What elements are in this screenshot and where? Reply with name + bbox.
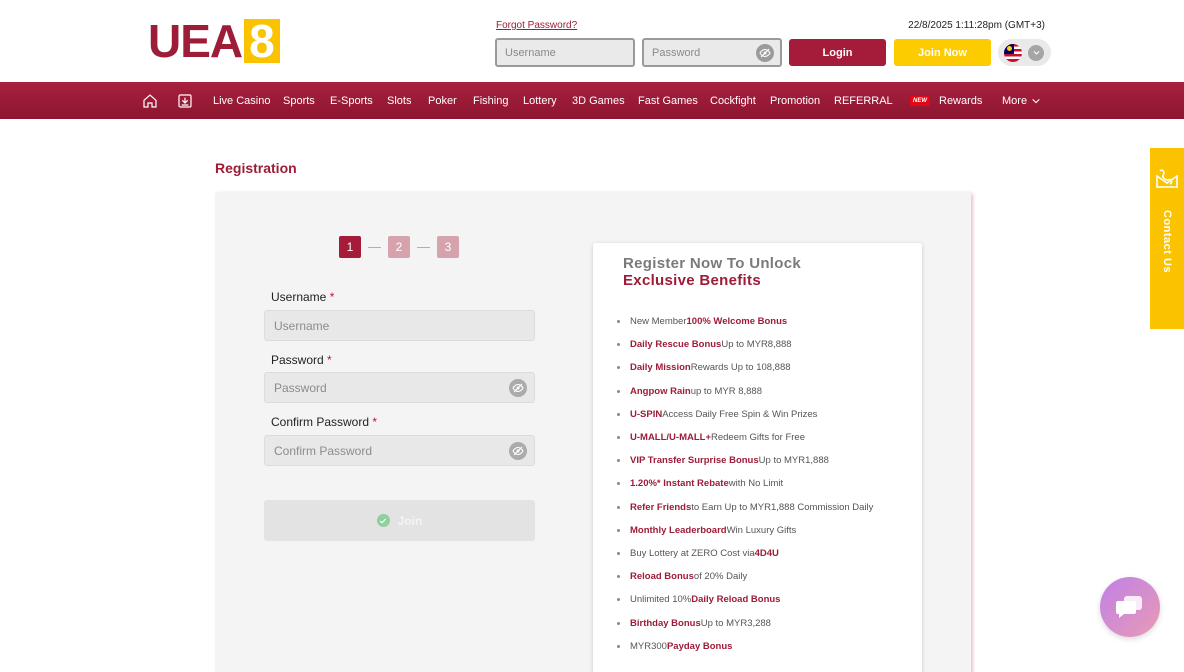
- list-item: U-SPIN Access Daily Free Spin & Win Priz…: [617, 403, 873, 426]
- list-item: Birthday Bonus Up to MYR3,288: [617, 611, 873, 634]
- main-nav: Live Casino Sports E-Sports Slots Poker …: [0, 82, 1184, 119]
- new-badge: NEW: [910, 95, 930, 106]
- nav-more-label: More: [1002, 94, 1028, 107]
- download-icon[interactable]: [177, 82, 193, 119]
- nav-promotion[interactable]: Promotion: [770, 82, 820, 119]
- list-item: Reload Bonus of 20% Daily: [617, 565, 873, 588]
- nav-cockfight[interactable]: Cockfight: [710, 82, 756, 119]
- header-username-input[interactable]: [495, 38, 635, 67]
- nav-rewards-label: Rewards: [939, 94, 983, 107]
- nav-rewards[interactable]: NEW Rewards: [910, 82, 982, 119]
- nav-more[interactable]: More: [1002, 82, 1041, 119]
- envelope-phone-icon: [1156, 169, 1178, 188]
- username-label: Username *: [271, 290, 335, 304]
- list-item: Buy Lottery at ZERO Cost via 4D4U: [617, 542, 873, 565]
- join-submit-button[interactable]: Join: [264, 500, 535, 541]
- nav-live-casino[interactable]: Live Casino: [213, 82, 270, 119]
- top-header: UEA 8 Forgot Password? 22/8/2025 1:11:28p…: [0, 0, 1184, 82]
- confirm-password-label: Confirm Password *: [271, 415, 378, 429]
- benefits-title-line2: Exclusive Benefits: [623, 272, 761, 289]
- logo-text: UEA: [148, 15, 243, 67]
- nav-poker[interactable]: Poker: [428, 82, 457, 119]
- step-1: 1: [339, 236, 361, 258]
- nav-esports[interactable]: E-Sports: [330, 82, 373, 119]
- step-connector: [368, 246, 381, 248]
- username-input[interactable]: [264, 310, 535, 341]
- language-selector[interactable]: [998, 39, 1051, 66]
- list-item: U-MALL/U-MALL+ Redeem Gifts for Free: [617, 426, 873, 449]
- malaysia-flag-icon: [1004, 43, 1022, 62]
- list-item: MYR300 Payday Bonus: [617, 635, 873, 658]
- benefits-card: Register Now To Unlock Exclusive Benefit…: [593, 243, 922, 672]
- list-item: Monthly Leaderboard Win Luxury Gifts: [617, 519, 873, 542]
- list-item: Daily Rescue Bonus Up to MYR8,888: [617, 333, 873, 356]
- benefits-title-line1: Register Now To Unlock: [623, 255, 802, 272]
- login-button[interactable]: Login: [789, 39, 886, 66]
- list-item: Angpow Rain up to MYR 8,888: [617, 380, 873, 403]
- benefits-list: New Member 100% Welcome Bonus Daily Resc…: [617, 310, 873, 658]
- eye-off-icon[interactable]: [509, 379, 527, 397]
- datetime-display: 22/8/2025 1:11:28pm (GMT+3): [908, 20, 1045, 31]
- nav-fast-games[interactable]: Fast Games: [638, 82, 698, 119]
- logo-eight: 8: [244, 18, 280, 64]
- password-label: Password *: [271, 353, 332, 367]
- list-item: New Member 100% Welcome Bonus: [617, 310, 873, 333]
- forgot-password-link[interactable]: Forgot Password?: [496, 20, 577, 31]
- step-connector: [417, 246, 430, 248]
- nav-lottery[interactable]: Lottery: [523, 82, 557, 119]
- chevron-down-icon: [1032, 98, 1040, 103]
- contact-us-label: Contact Us: [1161, 210, 1173, 274]
- step-2: 2: [388, 236, 410, 258]
- join-submit-label: Join: [397, 513, 423, 528]
- eye-off-icon[interactable]: [509, 442, 527, 460]
- chevron-down-icon: [1028, 44, 1044, 61]
- step-3: 3: [437, 236, 459, 258]
- check-circle-icon: [376, 514, 390, 527]
- list-item: Unlimited 10% Daily Reload Bonus: [617, 588, 873, 611]
- page-title: Registration: [215, 160, 297, 176]
- brand-logo[interactable]: UEA 8: [148, 18, 280, 64]
- join-now-button[interactable]: Join Now: [894, 39, 991, 66]
- nav-slots[interactable]: Slots: [387, 82, 411, 119]
- contact-us-tab[interactable]: Contact Us: [1150, 148, 1184, 329]
- nav-sports[interactable]: Sports: [283, 82, 315, 119]
- live-chat-button[interactable]: [1100, 577, 1160, 637]
- nav-referral[interactable]: REFERRAL: [834, 82, 893, 119]
- home-icon[interactable]: [142, 82, 158, 119]
- list-item: Daily Mission Rewards Up to 108,888: [617, 356, 873, 379]
- password-input[interactable]: [264, 372, 535, 403]
- list-item: 1.20%* Instant Rebate with No Limit: [617, 472, 873, 495]
- list-item: Refer Friends to Earn Up to MYR1,888 Com…: [617, 496, 873, 519]
- nav-3d-games[interactable]: 3D Games: [572, 82, 625, 119]
- nav-fishing[interactable]: Fishing: [473, 82, 508, 119]
- confirm-password-input[interactable]: [264, 435, 535, 466]
- step-indicator: 1 2 3: [339, 236, 459, 258]
- chat-icon: [1116, 596, 1142, 618]
- eye-off-icon[interactable]: [756, 44, 774, 62]
- list-item: VIP Transfer Surprise Bonus Up to MYR1,8…: [617, 449, 873, 472]
